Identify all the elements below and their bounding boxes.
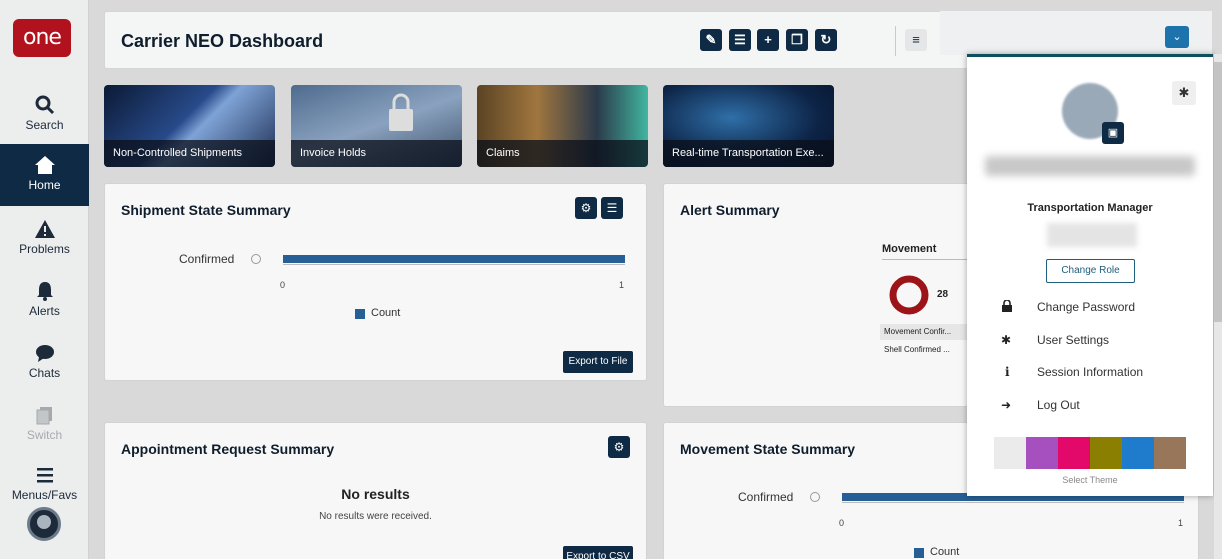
sidebar-item-label: Switch: [26, 428, 63, 442]
select-theme-label: Select Theme: [1062, 475, 1118, 485]
empty-subtitle: No results were received.: [319, 511, 432, 522]
sidebar-item-label: Search: [25, 118, 64, 132]
toolbar-divider: [895, 26, 896, 56]
legend-label: Count: [930, 546, 960, 558]
sidebar-item-label: Alerts: [29, 304, 60, 318]
page-title: Carrier NEO Dashboard: [121, 31, 324, 51]
card-title: Shipment State Summary: [121, 202, 291, 218]
category-label: Confirmed: [738, 490, 794, 504]
warning-icon: [0, 218, 89, 242]
search-icon: [0, 94, 89, 118]
scrollbar-thumb[interactable]: [1214, 62, 1222, 322]
card-title: Movement State Summary: [680, 441, 856, 457]
category-radio[interactable]: [810, 492, 820, 502]
sidebar-item-label: Menus/Favs: [11, 488, 78, 502]
sidebar-item-label: Home: [28, 178, 61, 192]
sidebar-item-problems[interactable]: Problems: [0, 212, 89, 268]
x-axis: [842, 502, 1184, 503]
export-to-file-button[interactable]: Export to File: [563, 351, 633, 373]
menu-item-label: Log Out: [1037, 398, 1080, 412]
user-dropdown-panel: ✱ ▣ Transportation Manager Change Role C…: [967, 54, 1213, 496]
hamburger-icon[interactable]: ≡: [905, 29, 927, 51]
settings-sliders-icon[interactable]: ⚙: [575, 197, 597, 219]
menu-item-label: User Settings: [1037, 333, 1110, 347]
menu-icon: [0, 464, 89, 488]
menu-item-label: Session Information: [1037, 365, 1144, 379]
card-title: Appointment Request Summary: [121, 441, 335, 457]
sidebar-item-label: Chats: [28, 366, 61, 380]
export-to-csv-button[interactable]: Export to CSV: [563, 546, 633, 559]
x-tick-label: 0: [280, 280, 286, 290]
appointment-request-card: Appointment Request Summary ⚙ No results…: [104, 422, 647, 559]
alert-count: 28: [937, 289, 949, 300]
theme-swatch-blue[interactable]: [1122, 437, 1154, 469]
user-org-redacted: [1047, 223, 1137, 247]
gear-icon: ✱: [1001, 333, 1012, 347]
list-icon[interactable]: ☰: [729, 29, 751, 51]
theme-swatch-brown[interactable]: [1154, 437, 1186, 469]
switch-icon: [0, 404, 89, 428]
home-icon: [0, 154, 89, 178]
legend-swatch: [355, 309, 365, 319]
lock-icon: [1001, 299, 1013, 315]
logout-icon: ➜: [1001, 398, 1012, 412]
user-role: Transportation Manager: [1027, 202, 1153, 214]
card-title: Alert Summary: [680, 202, 780, 218]
edit-icon[interactable]: ✎: [700, 29, 722, 51]
x-axis: [283, 264, 625, 265]
refresh-icon[interactable]: ↻: [815, 29, 837, 51]
sidebar-item-home[interactable]: Home: [0, 144, 89, 206]
tile-non-controlled-shipments[interactable]: Non-Controlled Shipments: [104, 85, 275, 167]
sidebar-item-alerts[interactable]: Alerts: [0, 274, 89, 330]
chevron-down-icon[interactable]: ⌄: [1165, 26, 1189, 48]
sidebar-item-switch: Switch: [0, 398, 89, 454]
app-logo[interactable]: one: [13, 19, 71, 57]
tile-label: Invoice Holds: [291, 140, 462, 167]
tile-label: Real-time Transportation Exe...: [663, 140, 834, 167]
x-tick-label: 0: [839, 518, 845, 528]
chat-icon: [0, 342, 89, 366]
tile-label: Non-Controlled Shipments: [104, 140, 275, 167]
empty-title: No results: [341, 486, 410, 502]
list-icon[interactable]: ☰: [601, 197, 623, 219]
tile-label: Claims: [477, 140, 648, 167]
theme-swatch-pink[interactable]: [1058, 437, 1090, 469]
donut-chart: [889, 275, 929, 315]
legend-swatch: [914, 548, 924, 558]
sidebar-item-menus[interactable]: Menus/Favs: [0, 458, 89, 514]
id-badge-icon[interactable]: ▣: [1102, 122, 1124, 144]
category-label: Confirmed: [179, 252, 235, 266]
sidebar-item-label: Problems: [19, 242, 70, 256]
menu-item-label: Change Password: [1037, 300, 1136, 314]
sidebar: one Search Home Problems Alerts Chats Sw…: [0, 0, 89, 559]
tile-invoice-holds[interactable]: Invoice Holds: [291, 85, 462, 167]
legend-label: Count: [371, 307, 401, 319]
theme-swatch-light[interactable]: [994, 437, 1026, 469]
info-icon: i: [1005, 365, 1010, 379]
user-avatar[interactable]: [27, 507, 61, 541]
gear-icon[interactable]: ✱: [1172, 81, 1196, 105]
theme-swatch-olive[interactable]: [1090, 437, 1122, 469]
alert-row[interactable]: Movement Confir...: [880, 324, 970, 340]
plus-icon[interactable]: +: [757, 29, 779, 51]
copy-icon[interactable]: ❐: [786, 29, 808, 51]
category-radio[interactable]: [251, 254, 261, 264]
bell-icon: [0, 280, 89, 304]
change-role-button[interactable]: Change Role: [1046, 259, 1135, 283]
user-name-redacted: [985, 156, 1195, 176]
tile-real-time-transportation[interactable]: Real-time Transportation Exe...: [663, 85, 834, 167]
settings-sliders-icon[interactable]: ⚙: [608, 436, 630, 458]
tile-claims[interactable]: Claims: [477, 85, 648, 167]
x-tick-label: 1: [619, 280, 625, 290]
sidebar-item-search[interactable]: Search: [0, 88, 89, 144]
bar-confirmed: [283, 255, 625, 263]
sidebar-item-chats[interactable]: Chats: [0, 336, 89, 392]
x-tick-label: 1: [1178, 518, 1184, 528]
movement-title: Movement: [882, 243, 937, 255]
theme-swatch-purple[interactable]: [1026, 437, 1058, 469]
divider: [882, 259, 972, 260]
alert-row[interactable]: Shell Confirmed ...: [880, 342, 970, 358]
shipment-state-card: Shipment State Summary ⚙ ☰ Confirmed 0 1…: [104, 183, 647, 381]
